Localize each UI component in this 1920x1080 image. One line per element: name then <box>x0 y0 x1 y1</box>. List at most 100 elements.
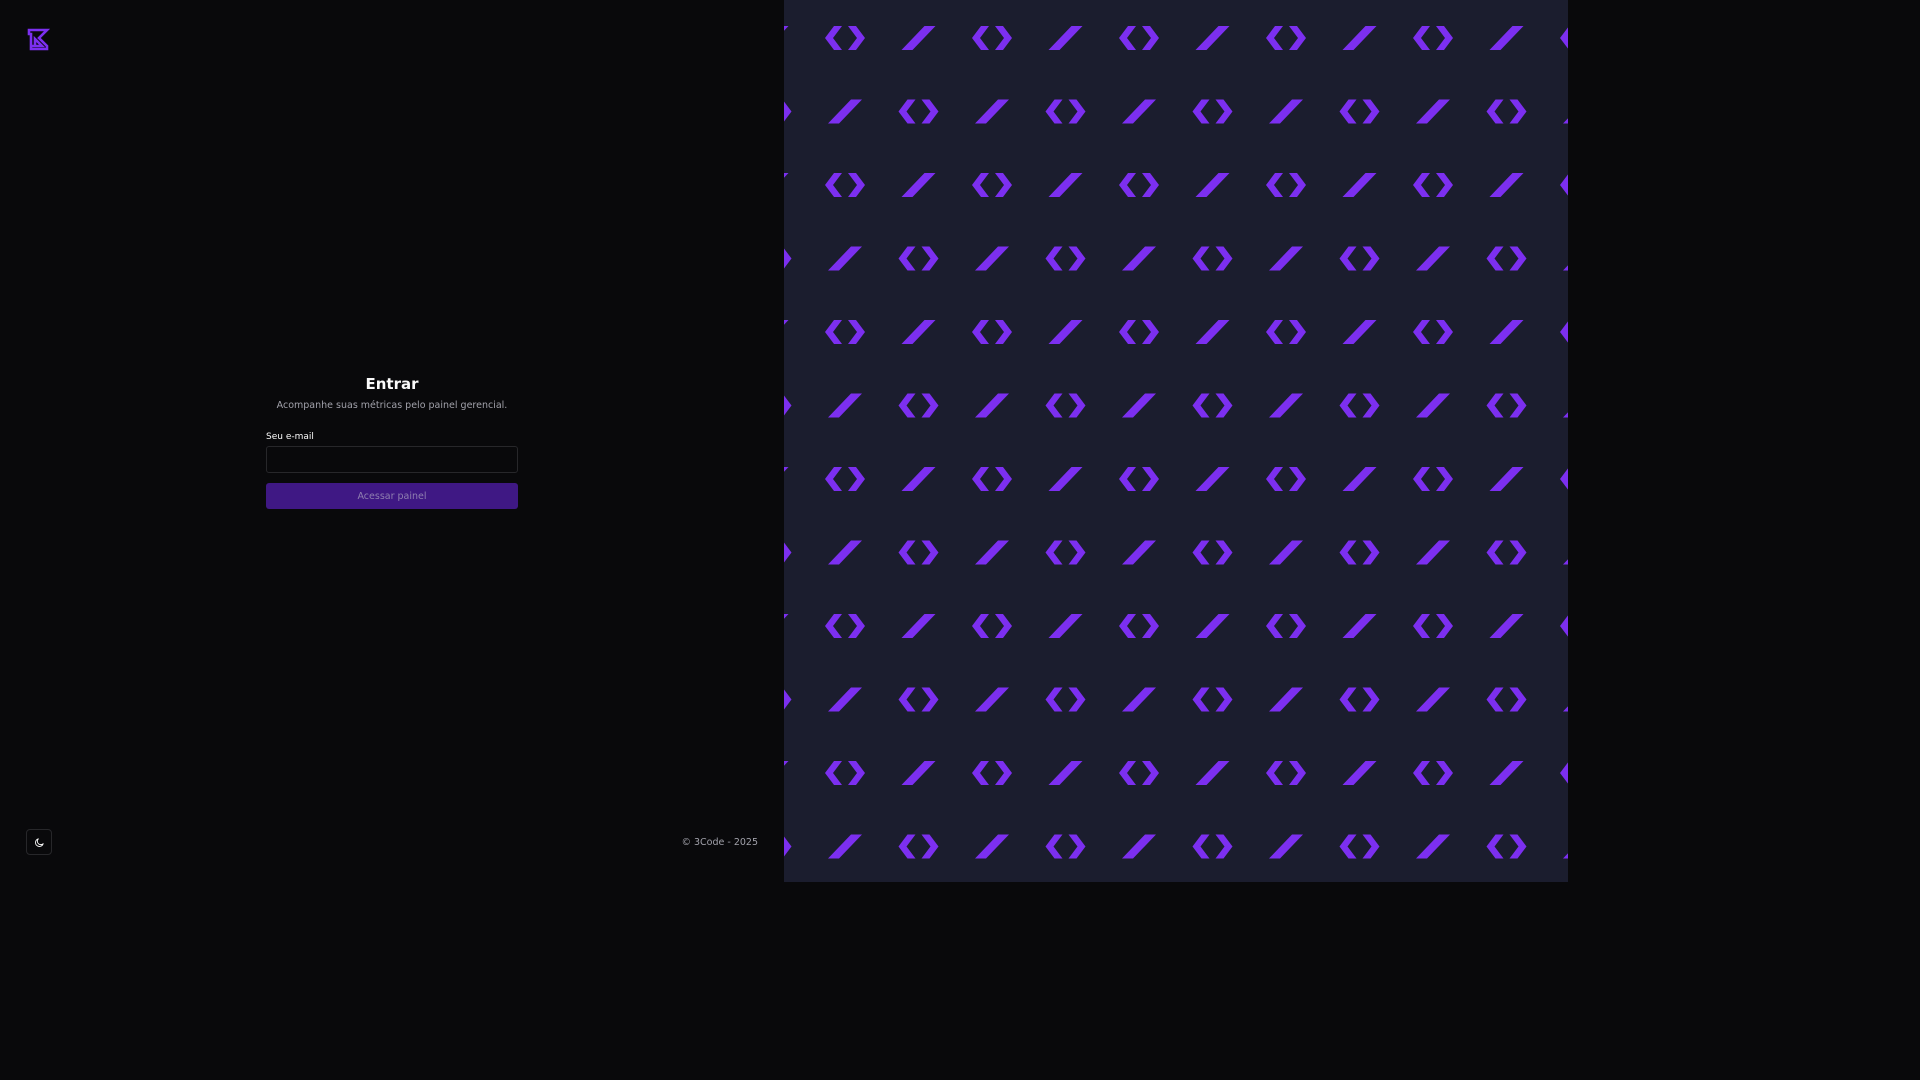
slash-icon <box>828 99 862 124</box>
code-brackets-icon <box>1119 173 1159 197</box>
code-brackets-icon <box>1045 99 1086 124</box>
slash-icon <box>828 687 862 712</box>
code-brackets-icon <box>898 540 939 565</box>
slash-icon <box>1195 614 1230 638</box>
slash-icon <box>1489 26 1524 50</box>
slash-icon <box>828 246 862 271</box>
page-subtitle: Acompanhe suas métricas pelo painel gere… <box>276 400 508 411</box>
slash-icon <box>1563 393 1568 418</box>
code-brackets-icon <box>1045 834 1086 859</box>
slash-icon <box>1048 467 1083 491</box>
slash-icon <box>1048 26 1083 50</box>
code-brackets-icon <box>898 834 939 859</box>
slash-icon <box>1416 540 1450 565</box>
code-brackets-icon <box>972 614 1012 638</box>
code-brackets-icon <box>972 467 1012 491</box>
theme-toggle-button[interactable] <box>26 829 52 855</box>
code-brackets-icon <box>1119 26 1159 50</box>
code-brackets-icon <box>1413 26 1453 50</box>
code-brackets-icon <box>898 99 939 124</box>
code-brackets-icon <box>825 614 865 638</box>
slash-icon <box>1563 834 1568 859</box>
slash-icon <box>1048 614 1083 638</box>
code-brackets-icon <box>1266 320 1306 344</box>
slash-icon <box>1269 687 1303 712</box>
code-brackets-icon <box>1339 246 1380 271</box>
code-brackets-icon <box>1045 393 1086 418</box>
slash-icon <box>901 320 936 344</box>
slash-icon <box>1048 761 1083 785</box>
slash-icon <box>1416 393 1450 418</box>
slash-icon <box>1195 761 1230 785</box>
code-brackets-icon <box>1486 393 1527 418</box>
code-brackets-icon <box>1413 761 1453 785</box>
code-brackets-icon <box>972 320 1012 344</box>
code-brackets-icon <box>1119 467 1159 491</box>
slash-icon <box>901 173 936 197</box>
code-brackets-icon <box>1119 761 1159 785</box>
slash-icon <box>784 173 789 197</box>
slash-icon <box>1048 320 1083 344</box>
code-brackets-icon <box>784 246 792 271</box>
slash-icon <box>1195 467 1230 491</box>
slash-icon <box>1122 834 1156 859</box>
code-brackets-icon <box>784 540 792 565</box>
slash-icon <box>1489 614 1524 638</box>
code-brackets-icon <box>825 467 865 491</box>
slash-icon <box>1195 173 1230 197</box>
code-brackets-icon <box>1045 687 1086 712</box>
code-brackets-icon <box>972 761 1012 785</box>
slash-icon <box>1342 467 1377 491</box>
slash-icon <box>975 834 1009 859</box>
code-brackets-icon <box>825 761 865 785</box>
code-brackets-icon <box>1192 99 1233 124</box>
slash-icon <box>1342 320 1377 344</box>
slash-icon <box>1563 687 1568 712</box>
code-brackets-icon <box>1560 173 1568 197</box>
slash-icon <box>784 26 789 50</box>
code-brackets-icon <box>1339 540 1380 565</box>
email-label: Seu e-mail <box>266 432 314 442</box>
code-brackets-icon <box>1045 246 1086 271</box>
code-brackets-icon <box>825 26 865 50</box>
code-brackets-icon <box>1266 467 1306 491</box>
slash-icon <box>1195 26 1230 50</box>
slash-icon <box>784 320 789 344</box>
login-panel: Entrar Acompanhe suas métricas pelo pain… <box>0 0 784 882</box>
slash-icon <box>1122 99 1156 124</box>
code-brackets-icon <box>1560 26 1568 50</box>
slash-icon <box>784 467 789 491</box>
code-brackets-icon <box>972 173 1012 197</box>
code-pattern-background <box>784 26 1568 859</box>
slash-icon <box>828 834 862 859</box>
slash-icon <box>784 614 789 638</box>
pattern-layer <box>784 26 1568 859</box>
brand-logo-icon[interactable] <box>26 27 50 51</box>
slash-icon <box>1416 687 1450 712</box>
code-brackets-icon <box>1413 614 1453 638</box>
code-brackets-icon <box>1560 467 1568 491</box>
slash-icon <box>1269 246 1303 271</box>
slash-icon <box>784 761 789 785</box>
slash-icon <box>1563 246 1568 271</box>
code-brackets-icon <box>1560 320 1568 344</box>
code-brackets-icon <box>972 26 1012 50</box>
slash-icon <box>901 26 936 50</box>
slash-icon <box>1269 99 1303 124</box>
email-field[interactable] <box>266 446 518 473</box>
slash-icon <box>1122 393 1156 418</box>
code-brackets-icon <box>784 393 792 418</box>
code-brackets-icon <box>1119 614 1159 638</box>
slash-icon <box>975 393 1009 418</box>
slash-icon <box>1416 246 1450 271</box>
code-brackets-icon <box>1192 687 1233 712</box>
code-brackets-icon <box>1486 246 1527 271</box>
slash-icon <box>1269 540 1303 565</box>
slash-icon <box>1489 173 1524 197</box>
slash-icon <box>1195 320 1230 344</box>
slash-icon <box>1342 614 1377 638</box>
access-panel-button[interactable]: Acessar painel <box>266 483 518 509</box>
slash-icon <box>975 687 1009 712</box>
code-brackets-icon <box>1045 540 1086 565</box>
page-title: Entrar <box>365 375 419 393</box>
